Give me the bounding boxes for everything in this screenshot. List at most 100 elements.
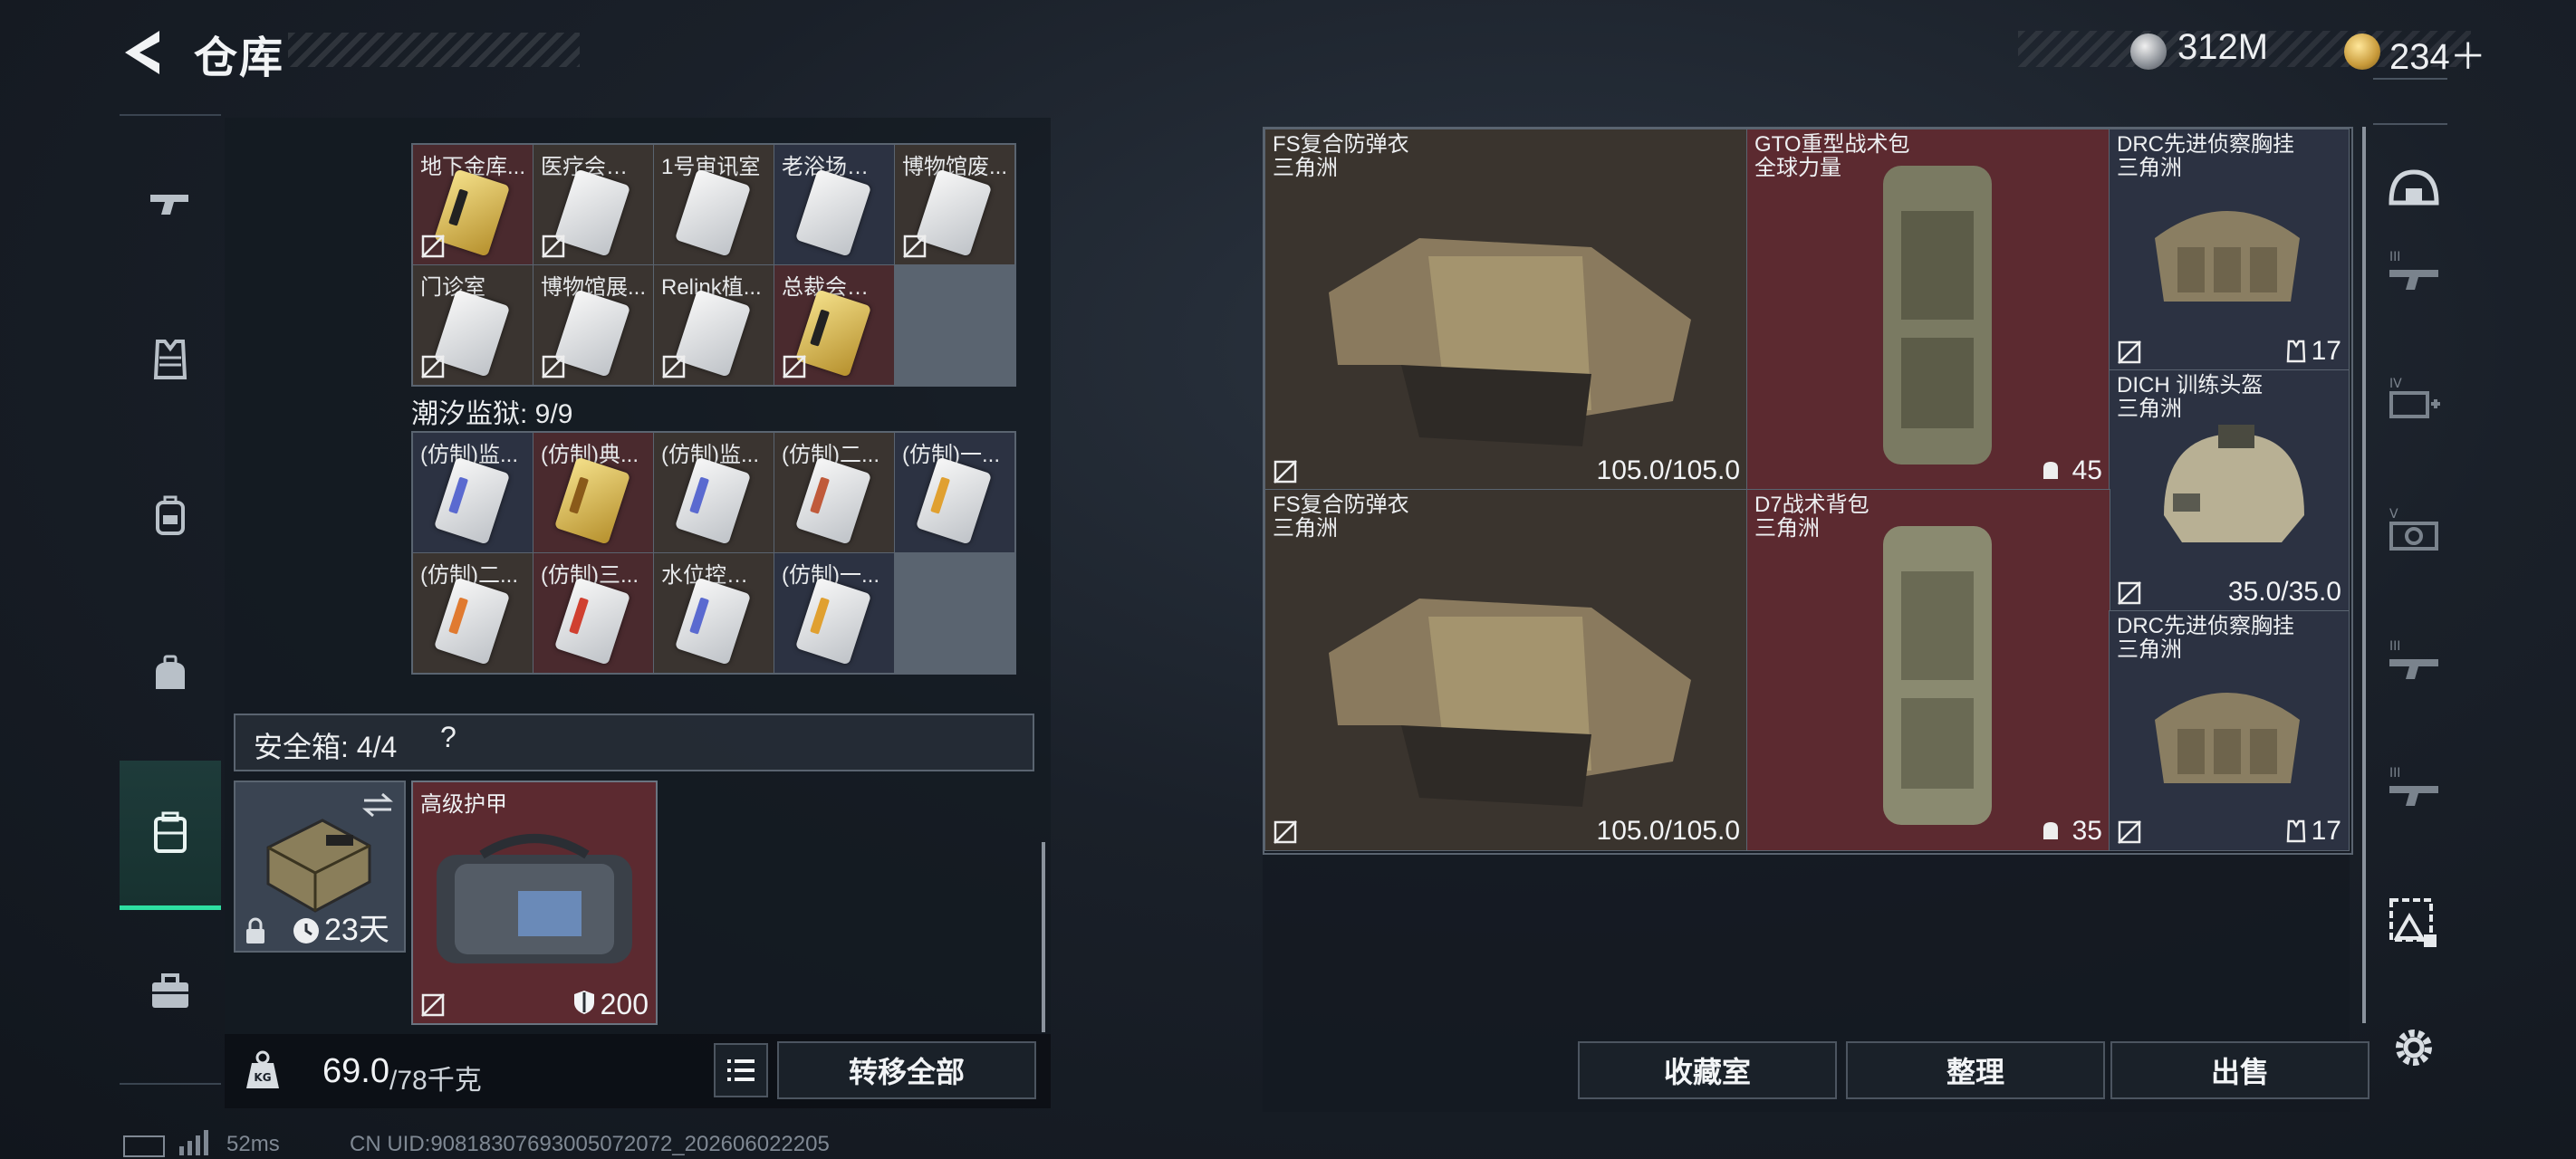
- chest-rig-icon: [2155, 693, 2300, 783]
- keycard-slot[interactable]: 地下金库...: [413, 145, 533, 264]
- item-name: DRC先进侦察胸挂 三角洲: [2117, 132, 2294, 180]
- keycard-slot[interactable]: 博物馆展...: [533, 265, 653, 385]
- keycard-icon: [433, 577, 511, 666]
- no-insure-icon: [2118, 340, 2141, 364]
- weight-max: /78千克: [389, 1066, 482, 1096]
- sell-button[interactable]: 出售: [2110, 1041, 2369, 1099]
- no-insure-icon: [783, 355, 806, 378]
- inventory-item[interactable]: D7战术背包 三角洲 35: [1746, 489, 2110, 851]
- inventory-item[interactable]: FS复合防弹衣 三角洲 105.0/105.0: [1264, 129, 1748, 491]
- item-filter-icon[interactable]: [2373, 882, 2455, 963]
- keycard-slot[interactable]: 门诊室: [413, 265, 533, 385]
- no-insure-icon: [903, 235, 927, 258]
- keycard-slot[interactable]: 医疗会议室: [533, 145, 653, 264]
- right-scrollbar[interactable]: [2362, 127, 2366, 1023]
- keycard-slot[interactable]: (仿制)监...: [413, 433, 533, 552]
- pouch-icon[interactable]: [120, 625, 221, 724]
- list-view-button[interactable]: [714, 1043, 768, 1097]
- rifle-icon[interactable]: III: [2373, 621, 2455, 703]
- keycard-slot[interactable]: 总裁会议室: [774, 265, 894, 385]
- category-sidebar: [120, 114, 221, 1085]
- shield-icon: [574, 991, 594, 1014]
- keycard-slot[interactable]: (仿制)监...: [654, 433, 774, 552]
- keycard-slot[interactable]: (仿制)一...: [895, 433, 1014, 552]
- left-scrollbar[interactable]: [1042, 842, 1045, 1032]
- no-insure-icon: [421, 235, 445, 258]
- keycard-icon: [433, 456, 511, 545]
- keycard-grid-top: 地下金库... 医疗会议室 1号审讯室 老浴场餐厅 博物馆废... 门诊室 博物…: [411, 143, 1016, 387]
- svg-text:IV: IV: [2389, 377, 2402, 391]
- keycard-icon: [553, 456, 631, 545]
- vest-capacity-icon: [2286, 340, 2306, 363]
- svg-text:III: III: [2389, 250, 2400, 264]
- gear-icon[interactable]: [2373, 1007, 2455, 1088]
- lock-icon: [246, 917, 264, 943]
- scope-icon[interactable]: V: [2373, 489, 2455, 570]
- capacity-value: 45: [2071, 455, 2102, 485]
- capacity-icon: [2043, 462, 2058, 479]
- backpack-item-icon: [1883, 526, 1992, 825]
- keycard-slot[interactable]: Relink植...: [654, 265, 774, 385]
- armor-bag-icon: [437, 834, 632, 963]
- keycard-slot[interactable]: (仿制)一...: [774, 553, 894, 673]
- swap-icon[interactable]: [360, 791, 395, 819]
- no-insure-icon: [421, 993, 445, 1017]
- gold-coin-icon: [2344, 34, 2380, 70]
- durability-value: 105.0/105.0: [1596, 816, 1740, 846]
- gold-amount[interactable]: 234＋: [2389, 27, 2486, 80]
- vest-capacity-icon: [2286, 819, 2306, 843]
- help-icon[interactable]: ?: [440, 721, 457, 754]
- keycard-slot[interactable]: (仿制)三...: [533, 553, 653, 673]
- inventory-item[interactable]: FS复合防弹衣 三角洲 105.0/105.0: [1264, 489, 1748, 851]
- inventory-item[interactable]: DRC先进侦察胸挂 三角洲 17: [2109, 610, 2350, 851]
- rail-divider: [2373, 78, 2447, 80]
- item-name: D7战术背包 三角洲: [1754, 493, 1870, 541]
- keycard-slot[interactable]: 博物馆废...: [895, 145, 1014, 264]
- chest-rig-icon: [2155, 211, 2300, 302]
- safe-case-label: 安全箱: 4/4: [254, 731, 398, 763]
- keycard-slot[interactable]: 1号审讯室: [654, 145, 774, 264]
- rifle-icon[interactable]: III: [2373, 748, 2455, 829]
- ping-value: 52ms: [226, 1132, 280, 1156]
- no-insure-icon: [1274, 460, 1297, 484]
- page-title: 仓库: [194, 34, 285, 82]
- no-insure-icon: [421, 355, 445, 378]
- safe-case-icon[interactable]: [120, 761, 221, 910]
- attachment-icon[interactable]: IV: [2373, 359, 2455, 440]
- collection-room-button[interactable]: 收藏室: [1578, 1041, 1837, 1099]
- no-insure-icon: [662, 355, 686, 378]
- keycard-slot[interactable]: (仿制)二...: [413, 553, 533, 673]
- keycard-icon: [674, 168, 752, 257]
- inventory-item[interactable]: GTO重型战术包 全球力量 45: [1746, 129, 2110, 491]
- keycard-slot[interactable]: (仿制)二...: [774, 433, 894, 552]
- toolbox-icon[interactable]: [120, 942, 221, 1041]
- durability-value: 200: [600, 988, 649, 1020]
- keycard-icon: [553, 577, 631, 666]
- list-icon: [727, 1059, 755, 1081]
- capacity-icon: [2043, 822, 2058, 839]
- item-name: DRC先进侦察胸挂 三角洲: [2117, 614, 2294, 662]
- keycard-grid-prison: (仿制)监... (仿制)典... (仿制)监... (仿制)二... (仿制)…: [411, 431, 1016, 675]
- armor-item-slot[interactable]: 高级护甲 200: [411, 781, 658, 1025]
- rifle-icon[interactable]: III: [2373, 232, 2455, 313]
- helmet-icon[interactable]: [2373, 150, 2455, 232]
- armor-vest-icon[interactable]: [120, 310, 221, 409]
- keycard-icon: [794, 456, 872, 545]
- backpack-icon[interactable]: [120, 465, 221, 565]
- item-name: FS复合防弹衣 三角洲: [1273, 493, 1409, 541]
- item-name: 高级护甲: [420, 792, 507, 817]
- inventory-item[interactable]: DICH 训练头盔 三角洲 35.0/35.0: [2109, 369, 2350, 612]
- weapon-icon[interactable]: [120, 152, 221, 252]
- keycard-slot[interactable]: 水位控制室: [654, 553, 774, 673]
- sort-button[interactable]: 整理: [1846, 1041, 2105, 1099]
- transfer-all-button[interactable]: 转移全部: [777, 1041, 1036, 1099]
- item-name: FS复合防弹衣 三角洲: [1273, 132, 1409, 180]
- keycard-slot[interactable]: (仿制)典...: [533, 433, 653, 552]
- title-decoration: [288, 33, 580, 67]
- no-insure-icon: [2118, 581, 2141, 605]
- inventory-grid: FS复合防弹衣 三角洲 105.0/105.0 GTO重型战术包 全球力量 45 D…: [1263, 127, 2353, 855]
- back-arrow-icon[interactable]: [120, 27, 165, 78]
- safe-case-slot[interactable]: 23天: [234, 781, 406, 953]
- inventory-item[interactable]: DRC先进侦察胸挂 三角洲 17: [2109, 129, 2350, 371]
- keycard-slot[interactable]: 老浴场餐厅: [774, 145, 894, 264]
